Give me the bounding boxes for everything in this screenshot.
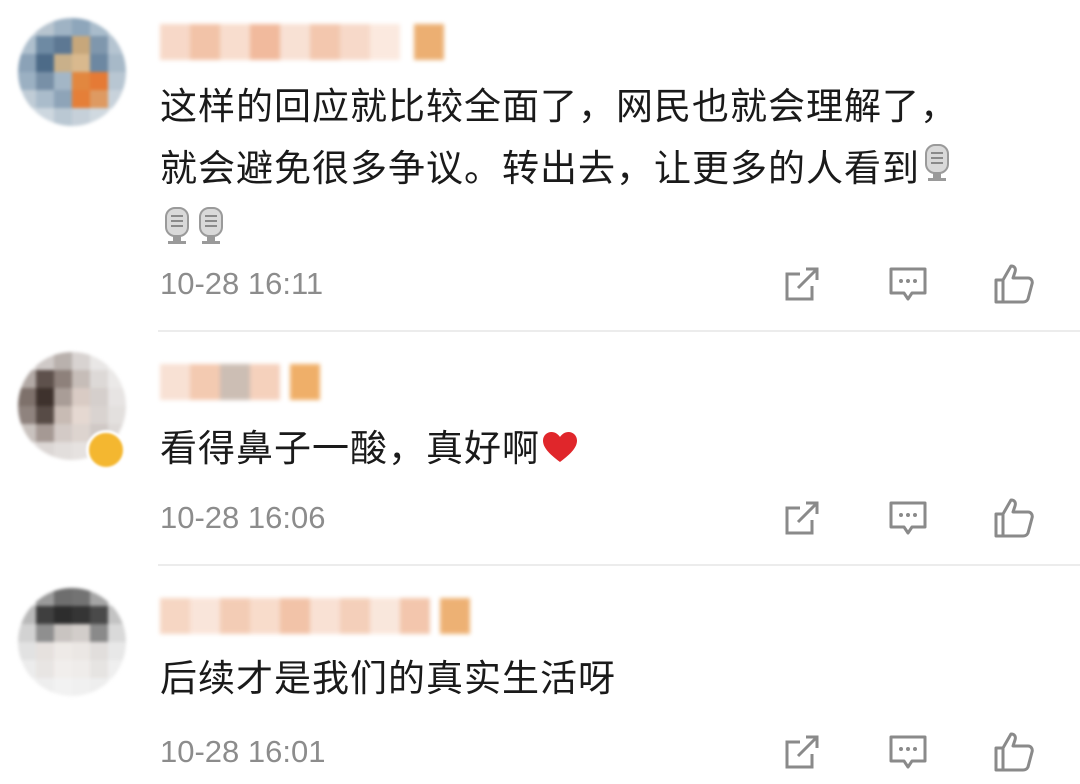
avatar[interactable] [18,18,126,126]
comment-icon [889,267,927,301]
comment-text-line: 就会避免很多争议。转出去，让更多的人看到 [160,138,1040,202]
username[interactable] [160,24,444,60]
share-button[interactable] [780,262,824,306]
comment-actions [780,262,1036,306]
microphone-emoji-icon [162,203,192,265]
comment-text-part: 看得鼻子一酸，真好啊 [160,427,540,470]
comment-item: 后续才是我们的真实生活呀 10-28 16:01 [0,566,1080,784]
heart-emoji-icon [542,420,578,482]
comment-text-line [160,202,1040,266]
comment-icon [889,735,927,769]
microphone-emoji-icon [922,140,952,202]
comment-text: 看得鼻子一酸，真好啊 [160,418,1040,482]
like-icon [994,264,1034,304]
comment-timestamp: 10-28 16:06 [160,500,326,535]
comment-button[interactable] [886,496,930,540]
comment-text-part: 就会避免很多争议。转出去，让更多的人看到 [160,147,920,190]
comment-button[interactable] [886,262,930,306]
comment-item: 看得鼻子一酸，真好啊 10-28 16:06 [0,332,1080,564]
like-icon [994,732,1034,772]
verified-badge-icon [86,430,126,470]
comment-timestamp: 10-28 16:11 [160,266,324,301]
like-icon [994,498,1034,538]
like-button[interactable] [992,262,1036,306]
share-icon [785,735,819,769]
username[interactable] [160,598,470,634]
comment-timestamp: 10-28 16:01 [160,734,326,769]
comment-icon [889,501,927,535]
comment-text-line: 这样的回应就比较全面了，网民也就会理解了， [160,85,958,128]
comment-text: 后续才是我们的真实生活呀 [160,657,616,700]
username[interactable] [160,364,320,400]
microphone-emoji-icon [196,203,226,265]
share-button[interactable] [780,496,824,540]
comment-actions [780,496,1036,540]
avatar[interactable] [18,588,126,696]
like-button[interactable] [992,496,1036,540]
comment-text: 这样的回应就比较全面了，网民也就会理解了， 就会避免很多争议。转出去，让更多的人… [160,76,1040,265]
share-button[interactable] [780,730,824,774]
comment-item: 这样的回应就比较全面了，网民也就会理解了， 就会避免很多争议。转出去，让更多的人… [0,0,1080,330]
share-icon [785,267,819,301]
like-button[interactable] [992,730,1036,774]
comment-button[interactable] [886,730,930,774]
share-icon [785,501,819,535]
comment-actions [780,730,1036,774]
